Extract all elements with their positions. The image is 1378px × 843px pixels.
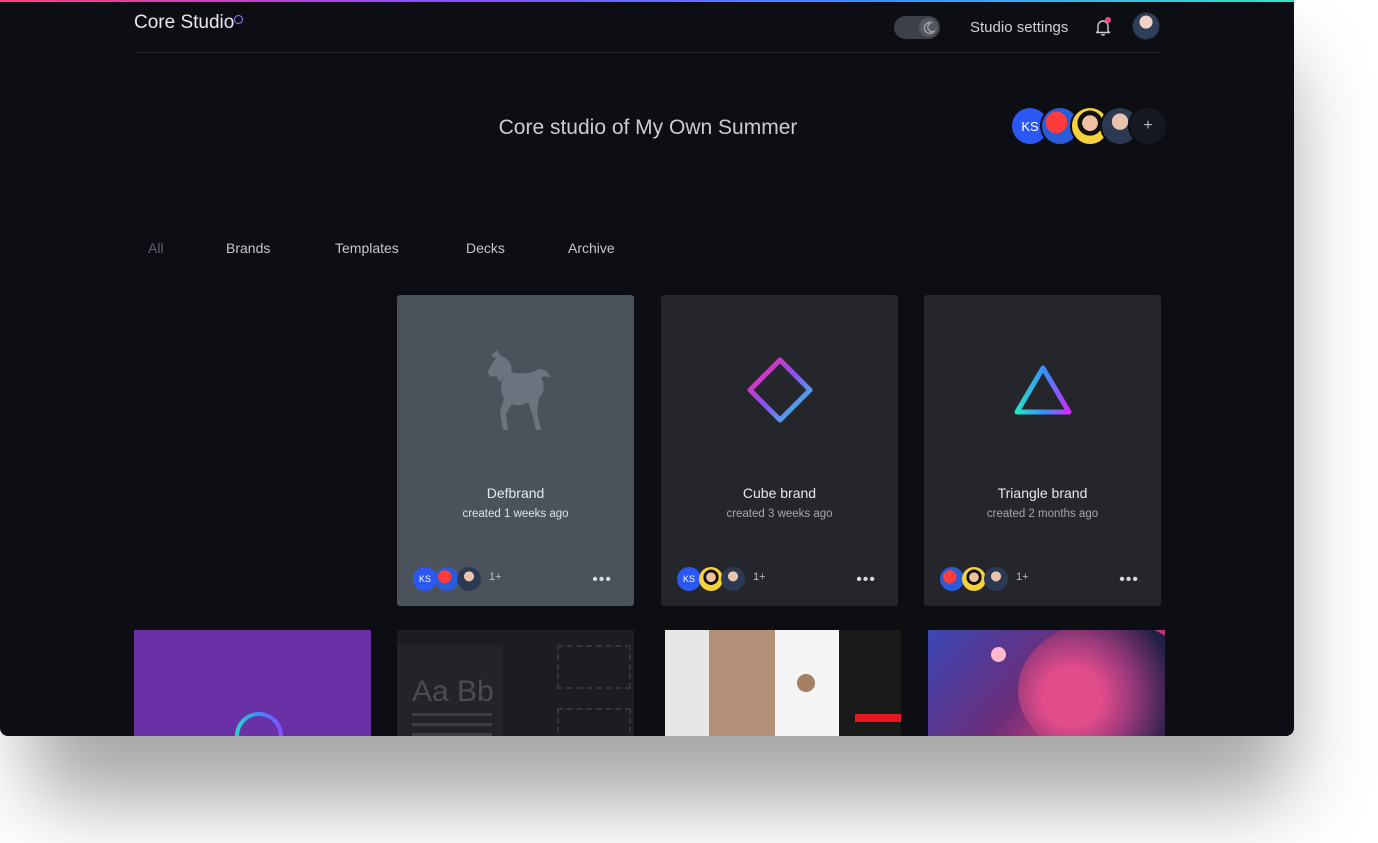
text-line — [412, 723, 492, 726]
card-title: Cube brand — [742, 485, 817, 501]
logo-ring-icon — [234, 15, 243, 24]
member-avatar — [699, 567, 723, 591]
more-options-icon[interactable]: ••• — [592, 571, 612, 589]
dark-mode-toggle[interactable] — [894, 16, 940, 39]
app-window: Core Studio Studio settings Core studio … — [0, 0, 1294, 736]
image-tile-portrait[interactable] — [928, 630, 1165, 736]
member-avatar-ks: KS — [677, 567, 701, 591]
deck-tile-fashion[interactable] — [665, 630, 901, 736]
diamond-icon — [661, 335, 898, 445]
tab-archive[interactable]: Archive — [568, 240, 615, 256]
accent-bar — [855, 714, 901, 722]
member-avatar-ks: KS — [413, 567, 437, 591]
more-members-count: 1+ — [753, 571, 766, 583]
brand-card[interactable]: Defbrand created 1 weeks ago KS 1+ ••• — [397, 295, 634, 606]
portrait-image — [1018, 630, 1165, 736]
card-created-date: created 3 weeks ago — [726, 508, 833, 520]
deck-page — [709, 630, 775, 736]
triangle-icon — [924, 335, 1161, 445]
toggle-knob — [919, 18, 938, 37]
brand-tile-purple[interactable] — [134, 630, 371, 736]
member-avatar — [940, 567, 964, 591]
placeholder-box — [557, 645, 631, 689]
horse-icon — [397, 335, 634, 445]
tab-all[interactable]: All — [148, 240, 164, 256]
card-members: KS — [413, 567, 533, 591]
card-created-date: created 2 months ago — [986, 508, 1099, 520]
member-avatar — [962, 567, 986, 591]
header-divider — [134, 52, 1162, 53]
studio-settings-link[interactable]: Studio settings — [970, 19, 1068, 36]
tab-templates[interactable]: Templates — [335, 240, 399, 256]
member-avatar — [721, 567, 745, 591]
brand-card[interactable]: Cube brand created 3 weeks ago KS 1+ ••• — [661, 295, 898, 606]
app-logo[interactable]: Core Studio — [134, 12, 234, 34]
template-tile-typography[interactable]: Aa Bb — [397, 630, 634, 736]
user-avatar[interactable] — [1133, 13, 1159, 39]
moon-icon — [923, 21, 937, 35]
deck-page — [665, 630, 709, 736]
member-avatar — [435, 567, 459, 591]
play-icon — [797, 674, 815, 692]
notification-badge — [1105, 17, 1111, 23]
card-created-date: created 1 weeks ago — [462, 508, 569, 520]
card-title: Triangle brand — [997, 485, 1088, 501]
add-member-button[interactable]: + — [1128, 106, 1168, 146]
typography-sample: Aa Bb — [412, 675, 494, 708]
tab-decks[interactable]: Decks — [466, 240, 505, 256]
card-members: KS — [677, 567, 797, 591]
more-options-icon[interactable]: ••• — [856, 571, 876, 589]
light-dot — [991, 647, 1006, 662]
text-line — [412, 713, 492, 716]
member-avatar — [457, 567, 481, 591]
tab-brands[interactable]: Brands — [226, 240, 270, 256]
card-title: Defbrand — [486, 485, 545, 501]
card-members — [940, 567, 1060, 591]
ring-logo-icon — [235, 712, 283, 736]
gradient-top-bar — [0, 0, 1294, 2]
text-line — [412, 733, 492, 736]
more-options-icon[interactable]: ••• — [1119, 571, 1139, 589]
typography-panel: Aa Bb — [397, 645, 503, 736]
placeholder-box — [557, 708, 631, 736]
more-members-count: 1+ — [489, 571, 502, 583]
studio-members: KS + — [1010, 106, 1170, 146]
member-avatar — [984, 567, 1008, 591]
more-members-count: 1+ — [1016, 571, 1029, 583]
brand-card[interactable]: Triangle brand created 2 months ago 1+ •… — [924, 295, 1161, 606]
